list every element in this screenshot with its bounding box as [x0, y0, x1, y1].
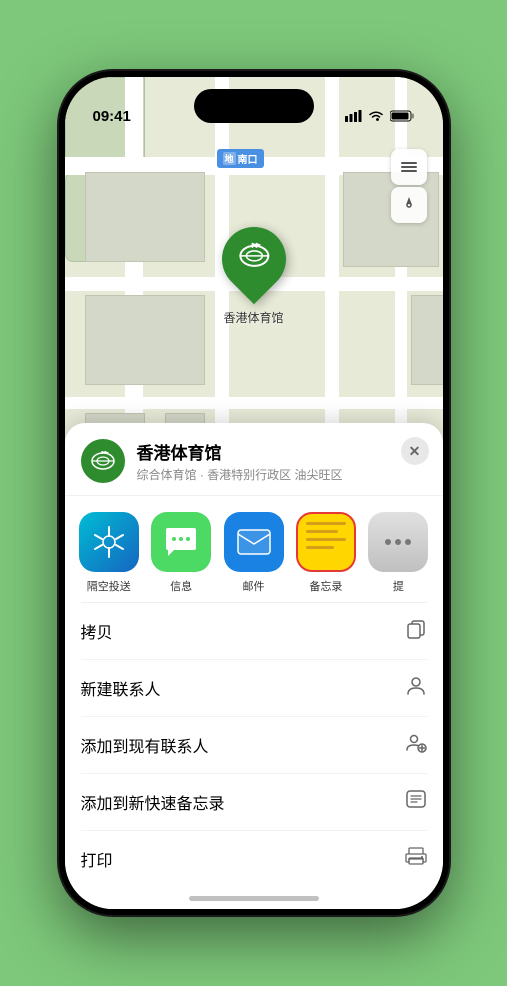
- message-icon: [151, 512, 211, 572]
- share-mail[interactable]: 邮件: [217, 512, 289, 594]
- action-print[interactable]: 打印: [81, 831, 427, 887]
- print-label: 打印: [81, 847, 113, 871]
- copy-icon: [405, 617, 427, 645]
- airdrop-label: 隔空投送: [87, 578, 131, 594]
- venue-name: 香港体育馆: [137, 439, 427, 464]
- add-existing-icon: [405, 731, 427, 759]
- new-contact-icon: [405, 674, 427, 702]
- airdrop-icon: [79, 512, 139, 572]
- status-time: 09:41: [93, 108, 131, 125]
- venue-info: 香港体育馆 综合体育馆 · 香港特别行政区 油尖旺区: [137, 439, 427, 483]
- map-layers-button[interactable]: [391, 149, 427, 185]
- map-controls[interactable]: [391, 149, 427, 223]
- action-add-notes[interactable]: 添加到新快速备忘录: [81, 774, 427, 831]
- location-button[interactable]: [391, 187, 427, 223]
- close-button[interactable]: ✕: [401, 437, 429, 465]
- more-label: 提: [393, 578, 404, 594]
- share-more[interactable]: 提: [362, 512, 434, 594]
- more-icon: [368, 512, 428, 572]
- signal-icon: [345, 110, 362, 125]
- add-existing-label: 添加到现有联系人: [81, 733, 209, 757]
- venue-description: 综合体育馆 · 香港特别行政区 油尖旺区: [137, 466, 427, 483]
- mail-label: 邮件: [243, 578, 265, 594]
- map-north-gate-label: 南口: [217, 149, 264, 168]
- venue-logo: [81, 439, 125, 483]
- share-airdrop[interactable]: 隔空投送: [73, 512, 145, 594]
- venue-header: 香港体育馆 综合体育馆 · 香港特别行政区 油尖旺区 ✕: [65, 423, 443, 496]
- action-new-contact[interactable]: 新建联系人: [81, 660, 427, 717]
- share-notes[interactable]: 备忘录: [290, 512, 362, 594]
- message-label: 信息: [170, 578, 192, 594]
- phone-frame: 09:41: [59, 71, 449, 915]
- dynamic-island: [194, 89, 314, 123]
- stadium-pin[interactable]: 香港体育馆: [222, 227, 286, 326]
- pin-label: 香港体育馆: [223, 309, 283, 326]
- pin-icon: [236, 238, 272, 281]
- action-copy[interactable]: 拷贝: [81, 603, 427, 660]
- print-icon: [405, 845, 427, 873]
- copy-label: 拷贝: [81, 619, 113, 643]
- battery-icon: [390, 110, 415, 125]
- bottom-sheet: 香港体育馆 综合体育馆 · 香港特别行政区 油尖旺区 ✕: [65, 423, 443, 909]
- notes-icon: [296, 512, 356, 572]
- add-notes-icon: [405, 788, 427, 816]
- add-notes-label: 添加到新快速备忘录: [81, 790, 225, 814]
- pin-circle: [208, 214, 299, 305]
- mail-icon: [224, 512, 284, 572]
- action-add-existing[interactable]: 添加到现有联系人: [81, 717, 427, 774]
- status-icons: [345, 110, 415, 125]
- share-message[interactable]: 信息: [145, 512, 217, 594]
- new-contact-label: 新建联系人: [81, 676, 161, 700]
- home-indicator: [189, 896, 319, 901]
- notes-label: 备忘录: [309, 578, 342, 594]
- share-actions-row: 隔空投送 信息: [65, 496, 443, 602]
- phone-screen: 09:41: [65, 77, 443, 909]
- action-list: 拷贝 新建联系人: [81, 602, 427, 887]
- wifi-icon: [368, 110, 384, 125]
